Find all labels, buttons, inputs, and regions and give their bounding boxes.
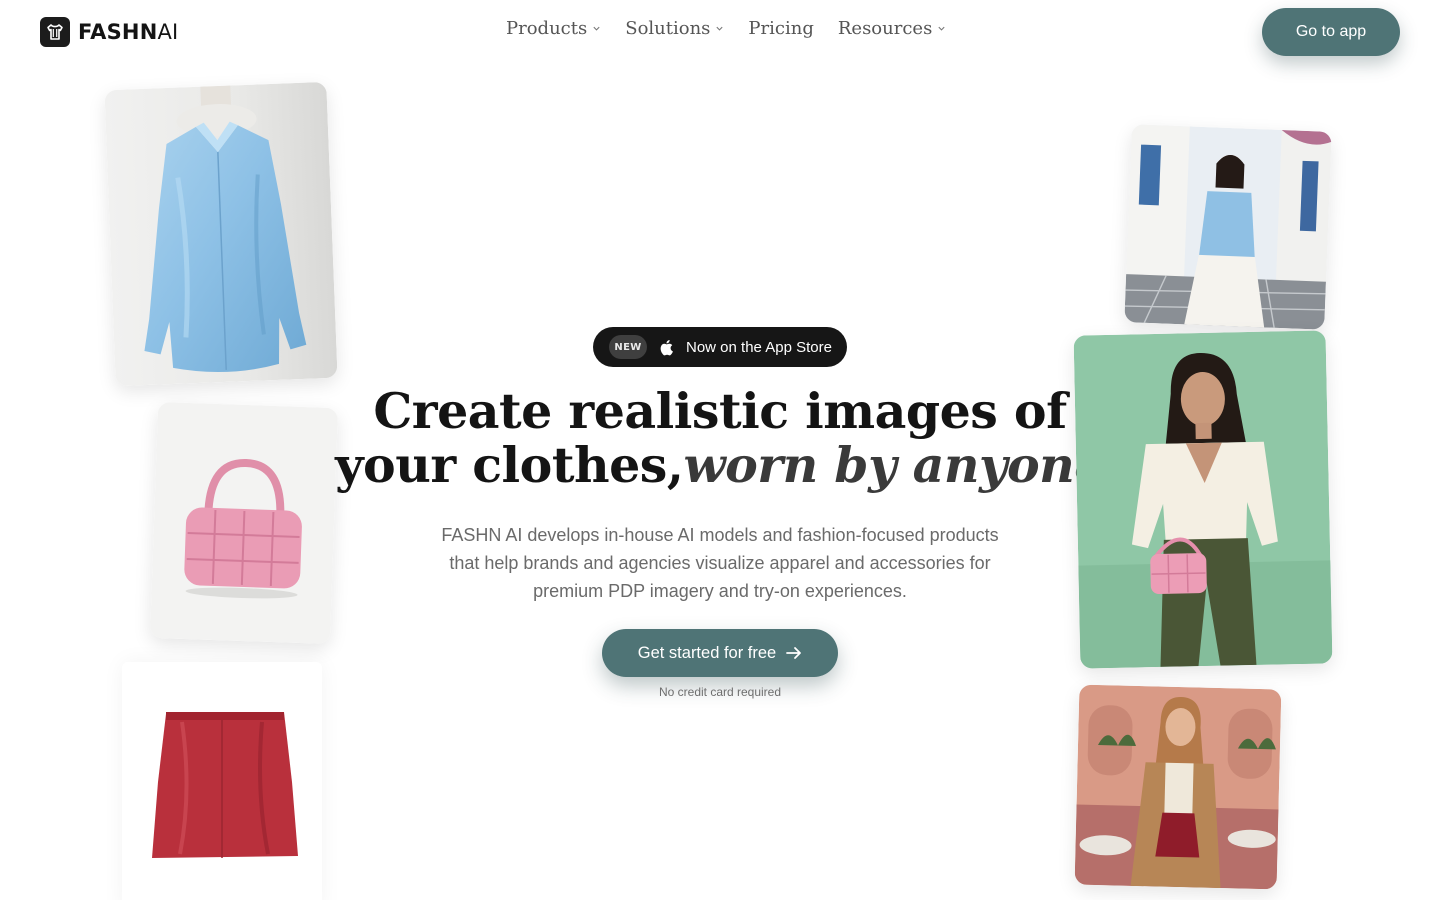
product-image-blue-shirt xyxy=(104,81,338,387)
nav-item-solutions[interactable]: Solutions xyxy=(625,18,724,39)
fashn-logo[interactable]: FASHNAI xyxy=(40,16,178,48)
nav-label: Pricing xyxy=(748,18,814,39)
nav-label: Resources xyxy=(837,18,933,39)
app-store-text: Now on the App Store xyxy=(686,338,832,356)
model-image-street xyxy=(1124,124,1332,330)
chevron-down-icon xyxy=(593,26,600,31)
product-image-pink-bag xyxy=(149,401,339,645)
no-credit-card-note: No credit card required xyxy=(658,685,782,699)
site-header: FASHNAI Products Solutions Pricing Resou… xyxy=(0,0,1440,64)
go-to-app-button[interactable]: Go to app xyxy=(1262,8,1400,56)
nav-item-resources[interactable]: Resources xyxy=(838,18,946,39)
brand-name: FASHNAI xyxy=(78,20,179,44)
headline-plain: your clothes, xyxy=(335,436,684,494)
main-nav: Products Solutions Pricing Resources xyxy=(506,18,946,39)
get-started-button[interactable]: Get started for free xyxy=(602,629,838,677)
hero-headline: Create realistic images of your clothes,… xyxy=(330,384,1110,492)
headline-italic: worn by anyone xyxy=(683,436,1105,494)
headline-line-2: your clothes,worn by anyone xyxy=(330,438,1110,492)
shirt-logo-icon xyxy=(40,17,70,47)
cta-label: Get started for free xyxy=(637,643,777,662)
new-tag: NEW xyxy=(609,335,647,359)
arrow-right-icon xyxy=(786,647,802,659)
hero-description: FASHN AI develops in-house AI models and… xyxy=(441,525,999,601)
nav-item-products[interactable]: Products xyxy=(506,18,601,39)
model-image-main xyxy=(1073,330,1333,669)
apple-icon xyxy=(659,339,673,356)
chevron-down-icon xyxy=(716,26,724,31)
nav-item-pricing[interactable]: Pricing xyxy=(748,18,813,39)
headline-line-1: Create realistic images of xyxy=(373,382,1067,440)
nav-label: Products xyxy=(506,18,588,39)
model-image-cafe xyxy=(1074,684,1282,890)
nav-label: Solutions xyxy=(625,18,711,39)
app-store-announcement-badge[interactable]: NEW Now on the App Store xyxy=(593,327,847,367)
product-image-red-skirt xyxy=(122,662,322,900)
chevron-down-icon xyxy=(938,26,945,31)
